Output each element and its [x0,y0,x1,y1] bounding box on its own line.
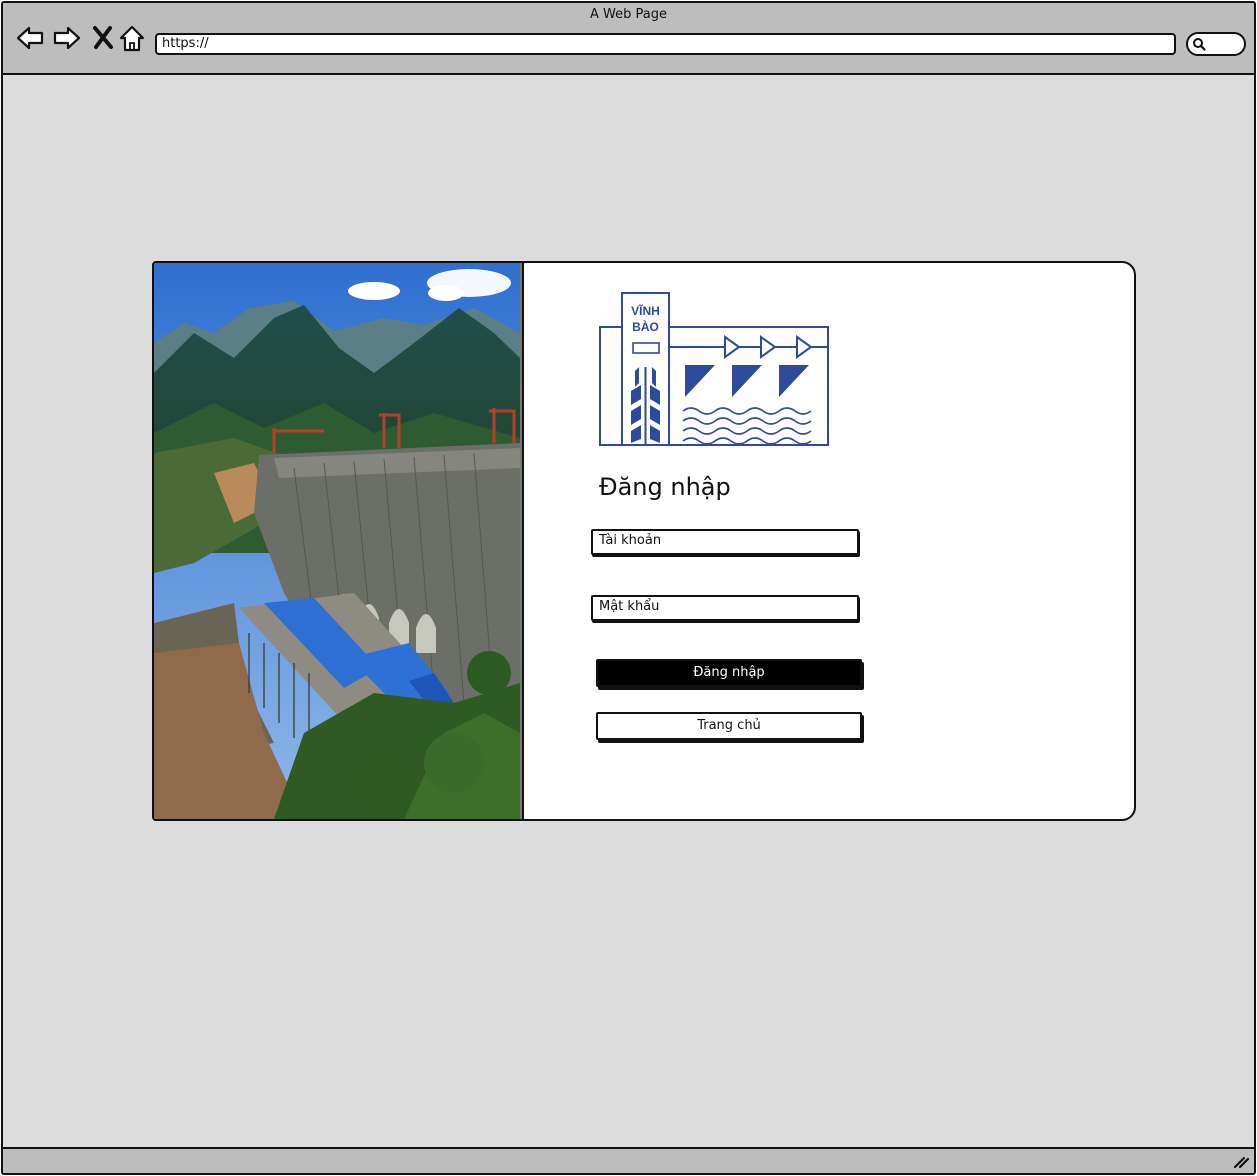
vinh-bao-logo: VĨNH BÀO [599,291,831,453]
window-title: A Web Page [590,7,667,22]
browser-search-box[interactable] [1186,32,1246,56]
logo-text-line2: BÀO [632,319,659,334]
login-heading: Đăng nhập [599,473,731,501]
hydropower-dam-photo [154,263,524,819]
username-field[interactable]: Tài khoản [591,529,859,555]
login-card: VĨNH BÀO Đăng nhập Tài khoản Mật khẩu Đă… [152,261,1136,821]
resize-grip-icon[interactable] [1232,1153,1250,1173]
browser-toolbar: A Web Page https:// [3,3,1254,75]
forward-arrow-icon[interactable] [52,23,82,53]
back-arrow-icon[interactable] [15,23,45,53]
browser-statusbar [3,1147,1254,1173]
password-placeholder: Mật khẩu [599,599,660,614]
search-icon [1193,38,1206,51]
password-field[interactable]: Mật khẩu [591,595,859,621]
browser-window: A Web Page https:// VĨNH BÀO Đăng nhập T… [1,1,1256,1175]
url-input[interactable]: https:// [155,33,1176,55]
username-placeholder: Tài khoản [599,533,662,548]
login-button[interactable]: Đăng nhập [596,659,862,687]
home-button[interactable]: Trang chủ [596,712,862,740]
home-icon[interactable] [117,23,147,53]
close-icon[interactable] [89,23,119,53]
logo-text-line1: VĨNH [631,303,660,318]
